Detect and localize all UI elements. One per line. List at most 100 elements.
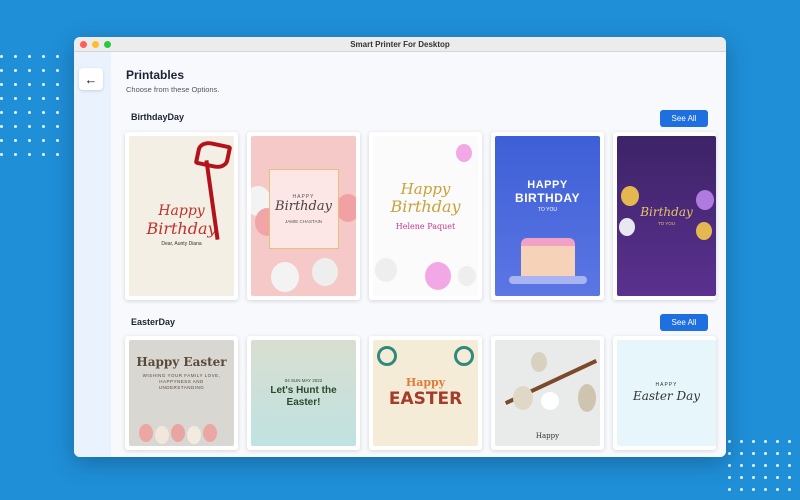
card-detail: Helene Paquet <box>395 221 456 231</box>
see-all-birthday-button[interactable]: See All <box>660 110 708 127</box>
birthday-card-3[interactable]: Happy Birthday Helene Paquet <box>369 132 482 300</box>
easter-card-3[interactable]: Happy EASTER <box>369 336 482 450</box>
dot <box>0 111 3 114</box>
dot <box>776 488 779 491</box>
dot <box>776 452 779 455</box>
dot <box>764 464 767 467</box>
balloon-icon <box>456 144 472 162</box>
dot <box>0 125 3 128</box>
back-button[interactable]: ← <box>79 68 103 90</box>
leaf-icon <box>454 346 474 366</box>
dot <box>56 83 59 86</box>
card-line1: Let's Hunt the Easter! <box>270 384 337 408</box>
card-frame: HAPPY Birthday JAMIE CHASTAIN <box>268 169 339 249</box>
card-line2: BIRTHDAY <box>515 191 580 205</box>
dot <box>14 111 17 114</box>
easter-card-2[interactable]: 04 SUN MAY 2022 Let's Hunt the Easter! <box>247 336 360 450</box>
dot <box>752 476 755 479</box>
easter-card-row: Happy Easter WISHING YOUR FAMILY LOVE, H… <box>125 336 716 450</box>
card-line1: Happy <box>400 180 451 199</box>
dot <box>740 488 743 491</box>
birthday-thumbnail-3: Happy Birthday Helene Paquet <box>373 136 478 296</box>
dot <box>764 476 767 479</box>
dot <box>42 83 45 86</box>
egg-icon <box>139 424 153 442</box>
birthday-card-2[interactable]: HAPPY Birthday JAMIE CHASTAIN <box>247 132 360 300</box>
card-line2: EASTER <box>388 389 463 410</box>
dot <box>28 125 31 128</box>
easter-card-1[interactable]: Happy Easter WISHING YOUR FAMILY LOVE, H… <box>125 336 238 450</box>
dot <box>740 476 743 479</box>
card-detail: JAMIE CHASTAIN <box>285 218 322 224</box>
dot <box>56 153 59 156</box>
dot <box>788 464 791 467</box>
card-line1: Happy <box>405 375 446 389</box>
dot <box>740 452 743 455</box>
card-line1: Happy <box>158 203 205 220</box>
card-line1: Happy <box>535 432 560 440</box>
birthday-card-5[interactable]: Birthday TO YOU <box>613 132 716 300</box>
dot <box>28 111 31 114</box>
card-detail: TO YOU <box>538 207 557 213</box>
window-title: Smart Printer For Desktop <box>350 39 450 49</box>
card-detail: Dear, Aunty Diana <box>161 241 202 248</box>
easter-card-4[interactable]: Happy <box>491 336 604 450</box>
leaf-icon <box>377 346 397 366</box>
birthday-thumbnail-4: HAPPY BIRTHDAY TO YOU <box>495 136 600 296</box>
easter-thumbnail-1: Happy Easter WISHING YOUR FAMILY LOVE, H… <box>129 340 234 446</box>
dot <box>740 464 743 467</box>
dot <box>56 97 59 100</box>
dot <box>28 97 31 100</box>
easter-thumbnail-3: Happy EASTER <box>373 340 478 446</box>
birthday-thumbnail-5: Birthday TO YOU <box>617 136 716 296</box>
card-line2: Birthday <box>390 196 461 216</box>
dot <box>764 452 767 455</box>
close-window-button[interactable] <box>80 41 87 48</box>
dot <box>764 440 767 443</box>
easter-card-5[interactable]: HAPPY Easter Day <box>613 336 716 450</box>
card-line1: Birthday <box>640 204 693 219</box>
dot <box>776 464 779 467</box>
title-bar: Smart Printer For Desktop <box>74 37 726 52</box>
easter-thumbnail-2: 04 SUN MAY 2022 Let's Hunt the Easter! <box>251 340 356 446</box>
cake-plate-icon <box>509 276 587 284</box>
dot-pattern-right <box>728 440 800 500</box>
easter-thumbnail-5: HAPPY Easter Day <box>617 340 716 446</box>
minimize-window-button[interactable] <box>92 41 99 48</box>
dot <box>0 97 3 100</box>
card-line1: Birthday <box>275 199 332 215</box>
window-controls <box>80 41 111 48</box>
cake-icon <box>521 238 575 278</box>
balloon-icon <box>312 258 338 286</box>
arrow-left-icon: ← <box>84 71 98 87</box>
dot <box>788 440 791 443</box>
dot <box>788 488 791 491</box>
balloon-icon <box>621 186 639 206</box>
section-title-easter: EasterDay <box>131 317 176 327</box>
dot <box>14 69 17 72</box>
dot-pattern-left <box>0 55 70 165</box>
balloon-icon <box>696 222 712 240</box>
dot <box>752 464 755 467</box>
dot <box>28 69 31 72</box>
birthday-card-4[interactable]: HAPPY BIRTHDAY TO YOU <box>491 132 604 300</box>
easter-thumbnail-4: Happy <box>495 340 600 446</box>
card-line1: HAPPY <box>527 179 568 191</box>
dot <box>28 153 31 156</box>
dot <box>56 125 59 128</box>
dot <box>42 55 45 58</box>
balloon-icon <box>696 190 714 210</box>
flower-icon <box>541 392 559 410</box>
balloon-icon <box>375 258 397 282</box>
zoom-window-button[interactable] <box>104 41 111 48</box>
birthday-card-1[interactable]: Happy Birthday Dear, Aunty Diana <box>125 132 238 300</box>
dot <box>14 97 17 100</box>
dot <box>728 452 731 455</box>
dot <box>0 153 3 156</box>
birthday-card-row: Happy Birthday Dear, Aunty Diana HAPPY B… <box>125 132 716 300</box>
dot <box>752 488 755 491</box>
dot <box>42 125 45 128</box>
see-all-easter-button[interactable]: See All <box>660 314 708 331</box>
dot <box>776 476 779 479</box>
balloon-icon <box>336 194 356 222</box>
